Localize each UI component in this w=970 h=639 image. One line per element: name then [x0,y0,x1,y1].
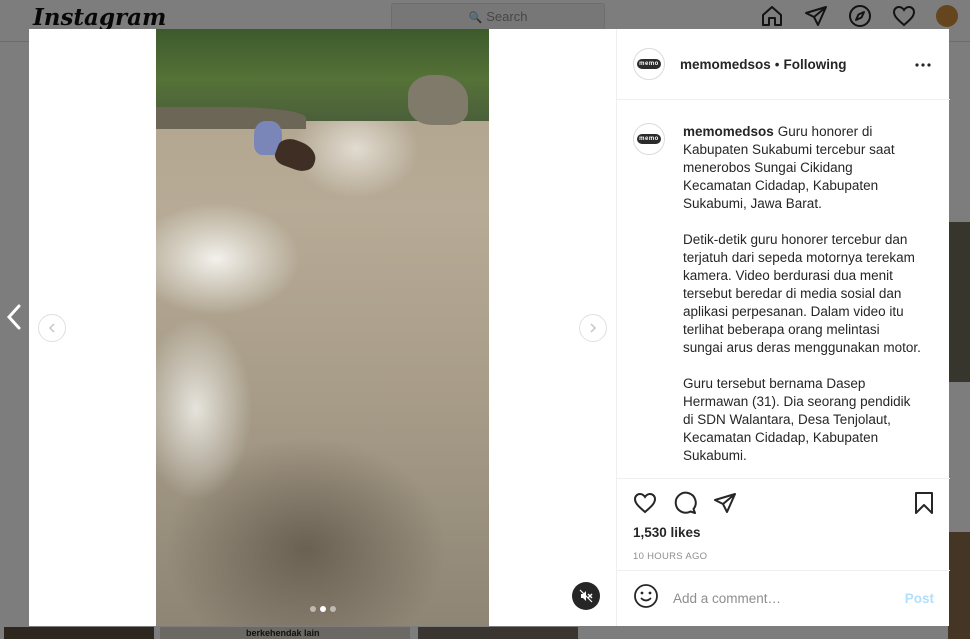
post-header: memo memomedsos • Following [617,29,950,100]
post-side-panel: memo memomedsos • Following memo memomed… [616,29,950,626]
carousel-indicator [310,606,336,612]
action-buttons [633,491,737,515]
more-options-button[interactable] [913,55,933,75]
previous-post-arrow[interactable] [4,302,24,332]
video-motorbike [272,135,320,175]
post-comment-button[interactable]: Post [905,591,934,606]
carousel-dot [310,606,316,612]
header-separator: • [774,56,780,72]
author-avatar[interactable]: memo [633,48,665,80]
chevron-left-icon [48,323,55,333]
caption-paragraph: Detik-detik guru honorer tercebur dan te… [683,232,921,355]
bookmark-icon[interactable] [912,491,936,520]
video-rock [408,75,468,125]
caption-text: memomedsos Guru honorer di Kabupaten Suka… [683,123,923,478]
caption-section: memo memomedsos Guru honorer di Kabupaten… [617,101,950,478]
mute-button[interactable] [572,582,600,610]
video-riverbank [156,107,306,129]
carousel-prev-button[interactable] [38,314,66,342]
chevron-right-icon [590,323,597,333]
carousel-dot-active [320,606,326,612]
post-timestamp[interactable]: 10 HOURS AGO [633,551,707,562]
more-horizontal-icon [915,63,931,67]
comment-composer: Post [617,570,950,626]
comment-input[interactable] [673,591,893,606]
author-username[interactable]: memomedsos [680,57,771,72]
following-button[interactable]: Following [784,57,847,72]
emoji-icon[interactable] [633,583,659,614]
likes-count[interactable]: 1,530 likes [633,525,701,540]
chevron-left-icon [6,304,21,330]
share-icon[interactable] [713,491,737,515]
carousel-next-button[interactable] [579,314,607,342]
carousel-dot [330,606,336,612]
like-icon[interactable] [633,491,657,515]
media-area [29,29,616,626]
post-modal: memo memomedsos • Following memo memomed… [29,29,950,626]
post-video[interactable] [156,29,489,626]
caption-avatar[interactable]: memo [633,123,665,155]
caption-username[interactable]: memomedsos [683,124,774,139]
comment-icon[interactable] [673,491,697,515]
caption-paragraph: Guru tersebut bernama Dasep Hermawan (31… [683,376,911,463]
speaker-muted-icon [579,589,593,603]
